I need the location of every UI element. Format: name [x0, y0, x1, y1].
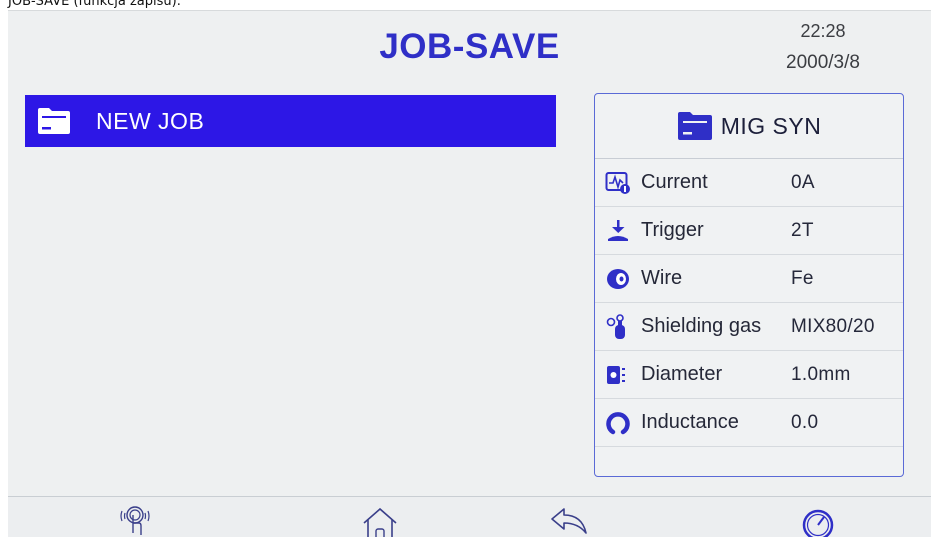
inductance-icon	[605, 410, 631, 436]
welding-mode: MIG SYN	[720, 112, 822, 139]
param-row-shielding-gas: Shielding gas MIX80/20	[595, 303, 903, 351]
figure-caption: JOB-SAVE (funkcja zapisu).	[8, 0, 181, 9]
clock: 22:28 2000/3/8	[768, 21, 878, 74]
machine-screen: JOB-SAVE 22:28 2000/3/8 NEW JOB MIG SYN	[8, 10, 931, 537]
parameter-panel: MIG SYN Current 0A Trigger 2T Wire Fe Sh…	[594, 93, 904, 477]
param-row-current: Current 0A	[595, 159, 903, 207]
param-row-diameter: Diameter 1.0mm	[595, 351, 903, 399]
param-label: Wire	[641, 267, 683, 289]
param-label: Inductance	[641, 411, 739, 433]
clock-date: 2000/3/8	[786, 52, 860, 73]
param-value: Fe	[791, 267, 814, 289]
wire-spool-icon	[605, 266, 631, 292]
home-button[interactable]	[358, 503, 402, 537]
job-list-item-new-job[interactable]: NEW JOB	[25, 95, 556, 147]
param-label: Trigger	[641, 219, 704, 241]
param-value: 1.0mm	[791, 363, 851, 385]
param-row-wire: Wire Fe	[595, 255, 903, 303]
clock-time: 22:28	[800, 21, 846, 41]
home-icon	[363, 507, 397, 537]
param-value: 0.0	[791, 411, 819, 433]
param-value: 2T	[791, 219, 814, 241]
diameter-icon	[605, 362, 631, 388]
knob-icon	[802, 509, 834, 537]
param-label: Current	[641, 171, 708, 193]
param-label: Diameter	[641, 363, 723, 385]
back-button[interactable]	[548, 503, 592, 537]
touch-button[interactable]	[113, 503, 157, 537]
folder-icon	[38, 108, 70, 134]
current-waveform-icon	[605, 170, 631, 196]
param-value: 0A	[791, 171, 815, 193]
knob-button[interactable]	[796, 503, 840, 537]
param-label: Shielding gas	[641, 315, 762, 337]
back-arrow-icon	[551, 508, 587, 534]
job-list-item-label: NEW JOB	[96, 107, 205, 134]
folder-icon	[677, 112, 712, 140]
trigger-icon	[605, 218, 631, 244]
panel-header: MIG SYN	[595, 94, 903, 159]
touch-icon	[120, 506, 150, 535]
bottom-toolbar	[8, 496, 931, 537]
param-value: MIX80/20	[791, 315, 875, 337]
param-row-trigger: Trigger 2T	[595, 207, 903, 255]
param-row-inductance: Inductance 0.0	[595, 399, 903, 447]
gas-cylinder-icon	[605, 313, 631, 340]
